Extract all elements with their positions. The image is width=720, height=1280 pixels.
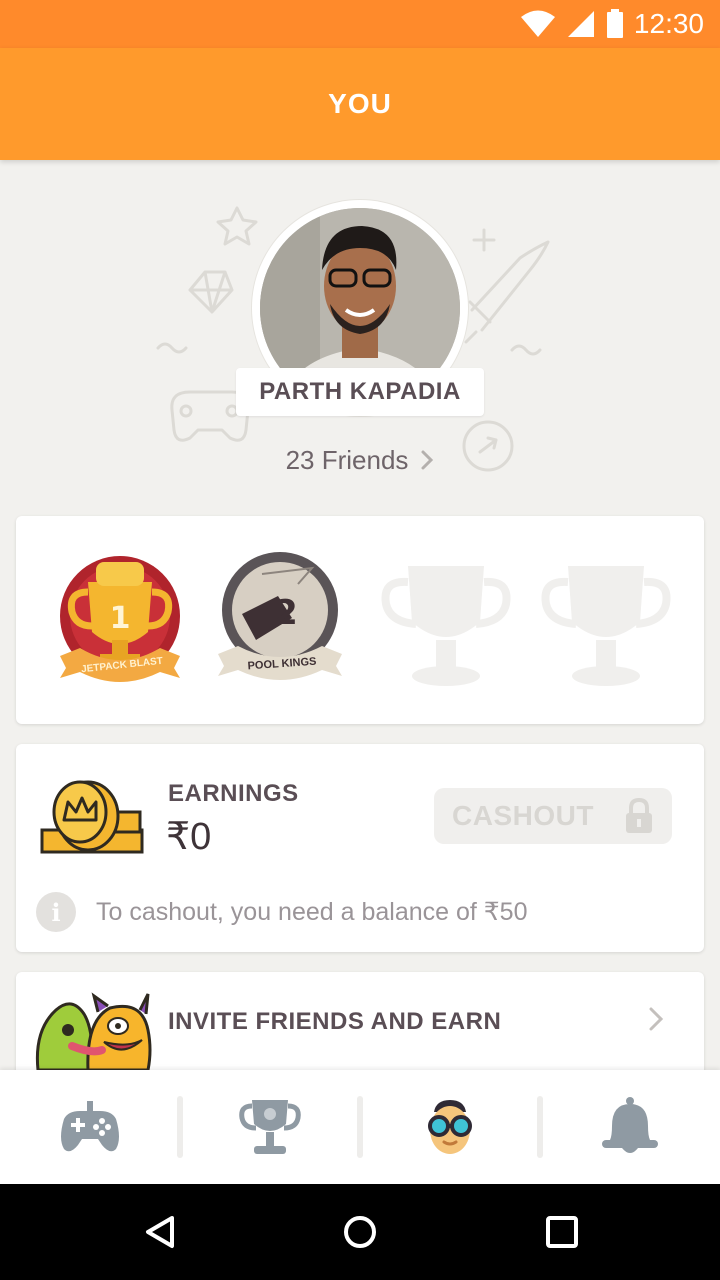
- app-header: YOU: [0, 48, 720, 160]
- coins-icon: [40, 780, 144, 854]
- status-icons: 12:30: [520, 8, 704, 40]
- trophy-rank-1: 1: [110, 601, 131, 636]
- lock-icon: [626, 798, 652, 833]
- trophy-pool-kings[interactable]: 2 POOL KINGS: [212, 544, 352, 694]
- system-navigation-bar: [0, 1184, 720, 1280]
- locked-trophy-icon: [381, 566, 511, 686]
- info-icon: i: [36, 892, 76, 932]
- friends-count: 23 Friends: [285, 444, 409, 475]
- cashout-info-text: To cashout, you need a balance of ₹50: [96, 898, 528, 926]
- system-recents-button[interactable]: [532, 1202, 592, 1262]
- invite-card[interactable]: INVITE FRIENDS AND EARN: [16, 972, 704, 1082]
- system-home-button[interactable]: [330, 1202, 390, 1262]
- friends-link[interactable]: 23 Friends: [250, 440, 470, 480]
- home-icon: [344, 1216, 376, 1248]
- battery-icon: [606, 9, 623, 38]
- profile-name-plate: PARTH KAPADIA: [236, 368, 484, 416]
- back-icon: [146, 1216, 174, 1248]
- status-bar: 12:30: [0, 0, 720, 48]
- nav-games[interactable]: [0, 1070, 180, 1184]
- earnings-value: ₹0: [166, 816, 212, 858]
- status-time: 12:30: [633, 8, 704, 39]
- profile-section: PARTH KAPADIA 23 Friends: [0, 160, 720, 500]
- profile-name: PARTH KAPADIA: [259, 378, 461, 405]
- page-title: YOU: [328, 88, 392, 119]
- signal-icon: [567, 11, 594, 37]
- trophy-jetpack-blast[interactable]: 1 JETPACK BLAST: [50, 544, 190, 694]
- cashout-label: CASHOUT: [452, 800, 594, 831]
- bell-icon: [602, 1097, 658, 1153]
- bottom-nav: [0, 1070, 720, 1184]
- chevron-right-icon: [649, 1007, 664, 1031]
- trophy-locked-1[interactable]: [376, 544, 516, 694]
- cashout-button[interactable]: CASHOUT: [434, 788, 672, 844]
- earnings-card: EARNINGS ₹0 CASHOUT i To cashout, you ne…: [16, 744, 704, 952]
- trophy-locked-2[interactable]: [536, 544, 676, 694]
- nav-leaderboard[interactable]: [180, 1070, 360, 1184]
- nav-profile[interactable]: [360, 1070, 540, 1184]
- earnings-label: EARNINGS: [168, 780, 299, 807]
- gamepad-icon: [61, 1101, 119, 1152]
- trophy-icon: [239, 1100, 301, 1154]
- system-back-button[interactable]: [130, 1202, 190, 1262]
- silver-medal-icon: 2: [218, 552, 342, 680]
- cashout-info: i To cashout, you need a balance of ₹50: [36, 892, 528, 932]
- nav-notifications[interactable]: [540, 1070, 720, 1184]
- recents-icon: [546, 1216, 578, 1248]
- trophies-card: 1 JETPACK BLAST 2 POOL KINGS: [16, 516, 704, 724]
- monsters-icon: [35, 992, 152, 1070]
- trophy-rank-2: 2: [274, 593, 298, 633]
- wifi-icon: [520, 10, 555, 37]
- gold-trophy-icon: 1: [60, 556, 180, 682]
- avatar-glasses-icon: [428, 1100, 472, 1154]
- chevron-right-icon: [421, 450, 434, 470]
- locked-trophy-icon: [541, 566, 671, 686]
- invite-label: INVITE FRIENDS AND EARN: [168, 1008, 502, 1035]
